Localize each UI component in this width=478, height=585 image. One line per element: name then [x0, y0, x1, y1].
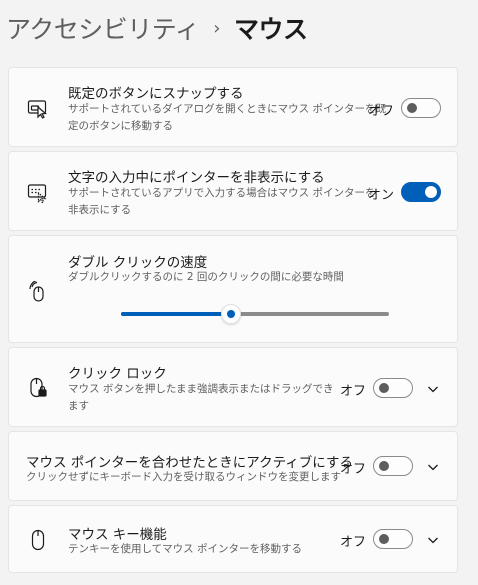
snap-to-default-description: サポートされているダイアログを開くときにマウス ポインターを既 定のボタンに移動…: [68, 101, 386, 135]
activate-on-hover-toggle[interactable]: [373, 456, 413, 476]
mouse-keys-card: マウス キー機能 テンキーを使用してマウス ポインターを移動する オフ: [8, 505, 458, 573]
toggle-knob: [379, 383, 389, 393]
hide-pointer-typing-card: 文字の入力中にポインターを非表示にする サポートされているアプリで入力する場合は…: [8, 151, 458, 231]
breadcrumb-separator-icon: ›: [213, 17, 220, 39]
mouse-settings-page: アクセシビリティ › マウス 既定のボタンにスナップする サポートされているダイ…: [0, 0, 478, 585]
activate-on-hover-card: マウス ポインターを合わせたときにアクティブにする クリックせずにキーボード入力…: [8, 431, 458, 501]
mouse-keys-toggle[interactable]: [373, 529, 413, 549]
activate-on-hover-expand-chevron-icon[interactable]: [426, 459, 440, 473]
mouse-keys-expand-chevron-icon[interactable]: [426, 532, 440, 546]
mouse-keys-description: テンキーを使用してマウス ポインターを移動する: [68, 543, 303, 555]
toggle-knob: [407, 103, 417, 113]
hide-pointer-typing-desc-line1: サポートされているアプリで入力する場合はマウス ポインターを: [68, 187, 376, 199]
snap-to-default-desc-line2: 定のボタンに移動する: [68, 120, 173, 132]
breadcrumb-accessibility-link[interactable]: アクセシビリティ: [6, 10, 200, 46]
click-lock-expand-chevron-icon[interactable]: [426, 381, 440, 395]
double-click-speed-title: ダブル クリックの速度: [68, 255, 208, 271]
snap-pointer-icon: [27, 97, 49, 119]
click-lock-state-label: オフ: [340, 384, 367, 399]
toggle-knob: [379, 534, 389, 544]
activate-on-hover-description: クリックせずにキーボード入力を受け取るウィンドウを変更します: [26, 471, 341, 483]
hide-pointer-typing-state-label: オン: [368, 188, 395, 203]
snap-to-default-title: 既定のボタンにスナップする: [68, 86, 244, 102]
click-lock-desc-line1: マウス ボタンを押したまま強調表示またはドラッグでき: [68, 383, 334, 395]
snap-to-default-state-label: オフ: [368, 104, 395, 119]
mouse-icon: [27, 529, 49, 551]
hide-pointer-typing-toggle[interactable]: [401, 182, 441, 202]
click-lock-desc-line2: ます: [68, 400, 89, 412]
snap-to-default-toggle[interactable]: [401, 98, 441, 118]
breadcrumb: アクセシビリティ › マウス: [6, 10, 308, 46]
hide-pointer-typing-description: サポートされているアプリで入力する場合はマウス ポインターを 非表示にする: [68, 185, 376, 219]
click-lock-toggle[interactable]: [373, 378, 413, 398]
snap-to-default-card: 既定のボタンにスナップする サポートされているダイアログを開くときにマウス ポイ…: [8, 67, 458, 147]
double-click-mouse-icon: [27, 281, 49, 303]
activate-on-hover-state-label: オフ: [340, 462, 367, 477]
double-click-speed-card: ダブル クリックの速度 ダブルクリックするのに 2 回のクリックの間に必要な時間: [8, 235, 458, 343]
click-lock-description: マウス ボタンを押したまま強調表示またはドラッグでき ます: [68, 381, 334, 415]
double-click-speed-slider-fill: [121, 312, 231, 316]
hide-pointer-typing-desc-line2: 非表示にする: [68, 204, 132, 216]
hidden-pointer-icon: [27, 181, 49, 203]
toggle-knob: [425, 186, 437, 198]
double-click-speed-slider-thumb[interactable]: [221, 304, 241, 324]
click-lock-title: クリック ロック: [68, 366, 167, 382]
double-click-speed-slider-track[interactable]: [121, 312, 389, 316]
snap-to-default-desc-line1: サポートされているダイアログを開くときにマウス ポインターを既: [68, 103, 387, 115]
slider-thumb-dot: [227, 310, 235, 318]
activate-on-hover-title: マウス ポインターを合わせたときにアクティブにする: [26, 455, 353, 471]
mouse-keys-title: マウス キー機能: [68, 527, 167, 543]
mouse-lock-icon: [27, 377, 49, 399]
mouse-keys-state-label: オフ: [340, 535, 367, 550]
hide-pointer-typing-title: 文字の入力中にポインターを非表示にする: [68, 170, 325, 186]
double-click-speed-description: ダブルクリックするのに 2 回のクリックの間に必要な時間: [68, 271, 344, 283]
click-lock-card: クリック ロック マウス ボタンを押したまま強調表示またはドラッグでき ます オ…: [8, 347, 458, 427]
toggle-knob: [379, 461, 389, 471]
page-title: マウス: [233, 15, 308, 44]
